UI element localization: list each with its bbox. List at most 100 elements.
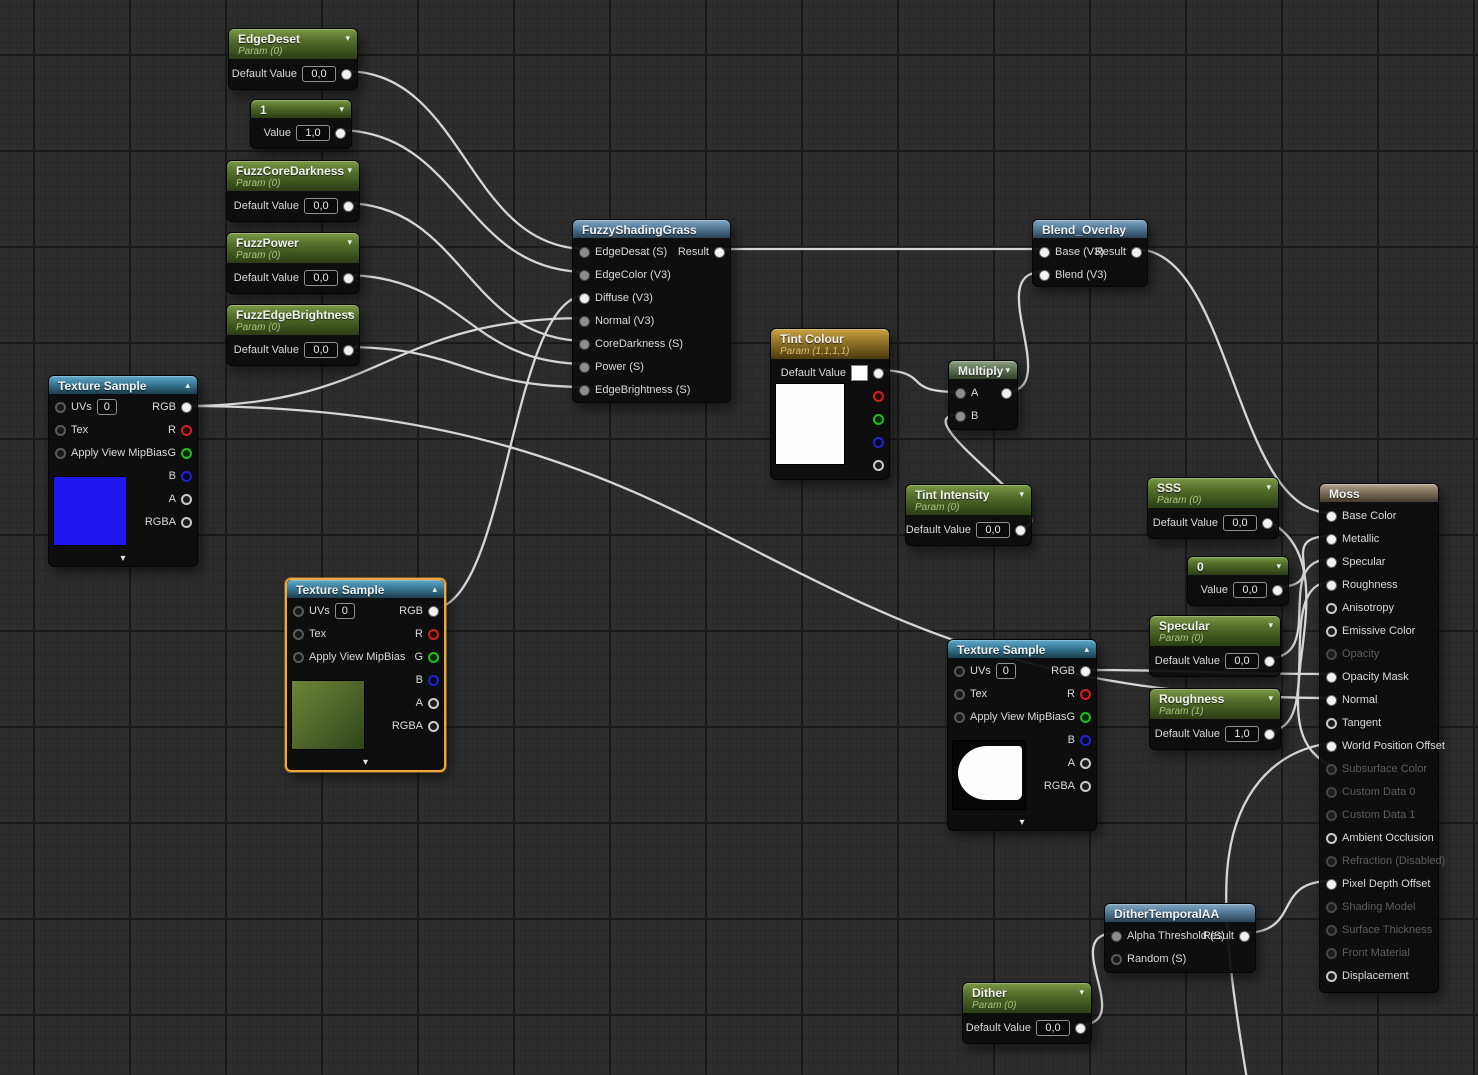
node-moss-output[interactable]: Moss Base Color Metallic Specular Roughness A… [1319,483,1445,993]
texture-preview[interactable] [291,680,365,750]
input-pin-opacity[interactable] [1326,648,1337,660]
node-header[interactable]: Tint Intensity Param (0) ▾ [906,485,1031,515]
node-multiply[interactable]: Multiply ▾ A B [948,360,1018,430]
node-header[interactable]: FuzzPower Param (0) ▾ [227,233,359,263]
output-pin-g[interactable] [181,447,192,459]
output-pin-a[interactable] [428,697,439,709]
node-header[interactable]: FuzzCoreDarkness Param (0) ▾ [227,161,359,191]
output-pin-rgba[interactable] [1080,780,1091,792]
value-box[interactable]: 0,0 [1036,1020,1070,1036]
input-pin-metallic[interactable] [1326,533,1337,545]
node-fuzzedgebrightness[interactable]: FuzzEdgeBrightness Param (0) ▾ Default Valu… [226,304,360,366]
output-pin[interactable] [343,200,354,212]
chevron-down-icon[interactable]: ▾ [287,757,444,768]
input-pin-base-color[interactable] [1326,510,1337,522]
output-pin-a[interactable] [181,493,192,505]
output-pin-b[interactable] [428,674,439,686]
value-box[interactable]: 0,0 [304,198,338,214]
node-header[interactable]: Texture Sample ▴ [948,640,1096,658]
node-header[interactable]: Roughness Param (1) ▾ [1150,689,1280,719]
input-pin-normal[interactable] [1326,694,1337,706]
chevron-down-icon[interactable]: ▾ [1005,365,1010,376]
node-header[interactable]: DitherTemporalAA [1105,904,1255,922]
input-pin-roughness[interactable] [1326,579,1337,591]
output-pin[interactable] [1239,930,1250,942]
color-swatch[interactable] [851,365,868,381]
input-pin-coredarkness-s-[interactable] [579,338,590,350]
wire-texture-sample-mid.RGB[interactable] [430,293,588,611]
output-pin[interactable] [341,68,352,80]
node-fuzzcoredarkness[interactable]: FuzzCoreDarkness Param (0) ▾ Default Value 0… [226,160,360,222]
output-pin[interactable] [873,413,884,425]
input-pin-custom-data-1[interactable] [1326,809,1337,821]
wire-edgedeset[interactable] [344,69,588,251]
input-pin-surface-thickness[interactable] [1326,924,1337,936]
output-pin-r[interactable] [1080,688,1091,700]
wire-fuzzedgebrightness[interactable] [342,345,588,389]
value-box[interactable]: 0,0 [1233,582,1267,598]
node-dithertemporalaa[interactable]: DitherTemporalAA Alpha Threshold (S) Rando… [1104,903,1256,973]
wire-blend-overlay.Result[interactable] [1134,247,1332,515]
node-fuzzpower[interactable]: FuzzPower Param (0) ▾ Default Value 0,0 [226,232,360,294]
texture-preview[interactable] [952,740,1026,810]
chevron-down-icon[interactable]: ▾ [1266,482,1271,493]
node-edgedeset[interactable]: EdgeDeset Param (0) ▾ Default Value 0,0 [228,28,358,90]
node-header[interactable]: 1 ▾ [251,100,351,118]
node-header[interactable]: Texture Sample ▴ [287,580,444,598]
output-pin[interactable] [343,272,354,284]
value-box[interactable]: 0,0 [976,522,1010,538]
input-pin-power-s-[interactable] [579,361,590,373]
output-pin-r[interactable] [428,628,439,640]
input-pin-custom-data-0[interactable] [1326,786,1337,798]
value-box[interactable]: 0,0 [1223,515,1257,531]
output-pin-rgb[interactable] [181,401,192,413]
input-pin-b[interactable] [955,410,966,422]
node-header[interactable]: Specular Param (0) ▾ [1150,616,1280,646]
chevron-down-icon[interactable]: ▾ [49,553,197,564]
output-pin[interactable] [1264,728,1275,740]
node-tint-intensity[interactable]: Tint Intensity Param (0) ▾ Default Value 0,0 [905,484,1032,546]
value-box[interactable]: 1,0 [1225,726,1259,742]
output-pin-g[interactable] [428,651,439,663]
output-pin[interactable] [343,344,354,356]
input-pin-diffuse-v3-[interactable] [579,292,590,304]
chevron-down-icon[interactable]: ▾ [347,165,352,176]
input-pin-refraction-disabled-[interactable] [1326,855,1337,867]
output-pin-r[interactable] [181,424,192,436]
output-pin[interactable] [873,459,884,471]
value-box[interactable]: 0,0 [1225,653,1259,669]
input-pin-random-s-[interactable] [1111,953,1122,965]
node-const-one[interactable]: 1 ▾ Value 1,0 [250,99,352,149]
output-pin-rgba[interactable] [873,367,884,379]
node-roughness[interactable]: Roughness Param (1) ▾ Default Value 1,0 [1149,688,1281,750]
node-header[interactable]: Dither Param (0) ▾ [963,983,1091,1013]
color-preview[interactable] [775,383,845,465]
input-pin-edgecolor-v3-[interactable] [579,269,590,281]
output-pin-a[interactable] [1080,757,1091,769]
wire-dithertemporalaa.Result[interactable] [1242,879,1332,935]
value-box[interactable]: 0,0 [304,270,338,286]
chevron-up-icon[interactable]: ▴ [1084,644,1089,655]
input-pin-emissive-color[interactable] [1326,625,1337,637]
input-pin-tangent[interactable] [1326,717,1337,729]
node-texture-sample-mid[interactable]: Texture Sample ▴ UVs 0 Tex Apply View MipBias… [285,578,446,772]
node-header[interactable]: Blend_Overlay [1033,220,1147,238]
chevron-down-icon[interactable]: ▾ [1019,489,1024,500]
input-pin-anisotropy[interactable] [1326,602,1337,614]
input-pin-front-material[interactable] [1326,947,1337,959]
node-blend-overlay[interactable]: Blend_Overlay Base (V3) Blend (V3) Result [1032,219,1148,287]
output-pin-b[interactable] [181,470,192,482]
output-pin[interactable] [1262,517,1273,529]
chevron-down-icon[interactable]: ▾ [339,104,344,115]
chevron-down-icon[interactable]: ▾ [347,237,352,248]
texture-preview[interactable] [53,476,127,546]
node-header[interactable]: EdgeDeset Param (0) ▾ [229,29,357,59]
node-fuzzyshadinggrass[interactable]: FuzzyShadingGrass EdgeDesat (S) EdgeColor … [572,219,731,403]
node-header[interactable]: FuzzyShadingGrass [573,220,730,238]
node-header[interactable]: Tint Colour Param (1,1,1,1) [771,329,889,359]
output-pin[interactable] [1075,1022,1086,1034]
node-dither[interactable]: Dither Param (0) ▾ Default Value 0,0 [962,982,1092,1044]
chevron-down-icon[interactable]: ▾ [1079,987,1084,998]
node-texture-sample-right[interactable]: Texture Sample ▴ UVs 0 Tex Apply View MipBias… [947,639,1097,831]
output-pin-rgb[interactable] [428,605,439,617]
